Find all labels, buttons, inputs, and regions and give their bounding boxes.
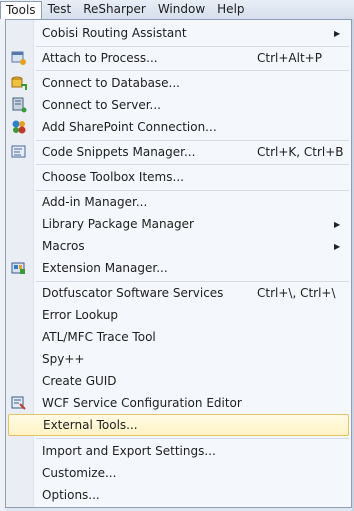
menu-item-label: WCF Service Configuration Editor: [42, 396, 242, 410]
menu-separator: [36, 164, 349, 165]
menu-item-label: Attach to Process...: [42, 51, 158, 65]
menu-item-label: Choose Toolbox Items...: [42, 170, 184, 184]
menu-item-shortcut: Ctrl+K, Ctrl+B: [257, 145, 344, 159]
database-connect-icon: [11, 75, 27, 91]
menu-item-label: Connect to Database...: [42, 76, 180, 90]
menu-item-macros[interactable]: Macros ▶: [8, 235, 349, 257]
menu-item-label: Create GUID: [42, 374, 117, 388]
menu-help[interactable]: Help: [211, 1, 250, 18]
menu-item-wcf-service-configuration-editor[interactable]: WCF Service Configuration Editor: [8, 392, 349, 414]
menu-item-customize[interactable]: Customize...: [8, 462, 349, 484]
sharepoint-icon: [11, 119, 27, 135]
menu-item-atl-mfc-trace-tool[interactable]: ATL/MFC Trace Tool: [8, 326, 349, 348]
attach-process-icon: [11, 50, 27, 66]
extension-manager-icon: [11, 260, 27, 276]
menu-item-label: Dotfuscator Software Services: [42, 286, 224, 300]
menu-item-label: Macros: [42, 239, 85, 253]
menu-tools[interactable]: Tools: [0, 0, 42, 20]
menu-item-code-snippets-manager[interactable]: Code Snippets Manager... Ctrl+K, Ctrl+B: [8, 141, 349, 163]
menu-item-label: Customize...: [42, 466, 117, 480]
menu-separator: [36, 438, 349, 439]
menu-item-choose-toolbox-items[interactable]: Choose Toolbox Items...: [8, 166, 349, 188]
submenu-arrow-icon: ▶: [334, 241, 341, 251]
menu-item-label: Import and Export Settings...: [42, 444, 216, 458]
menu-item-label: Options...: [42, 488, 100, 502]
menu-item-create-guid[interactable]: Create GUID: [8, 370, 349, 392]
menu-separator: [36, 70, 349, 71]
menu-item-label: Connect to Server...: [42, 98, 161, 112]
menu-item-add-in-manager[interactable]: Add-in Manager...: [8, 191, 349, 213]
menubar: Tools Test ReSharper Window Help: [0, 0, 354, 20]
menu-item-spy-plus-plus[interactable]: Spy++: [8, 348, 349, 370]
menu-item-label: Error Lookup: [42, 308, 119, 322]
menu-item-options[interactable]: Options...: [8, 484, 349, 506]
submenu-arrow-icon: ▶: [334, 28, 341, 38]
menu-item-error-lookup[interactable]: Error Lookup: [8, 304, 349, 326]
menu-item-connect-to-server[interactable]: Connect to Server...: [8, 94, 349, 116]
menu-resharper[interactable]: ReSharper: [77, 1, 152, 18]
server-connect-icon: [11, 97, 27, 113]
menu-test[interactable]: Test: [42, 1, 78, 18]
menu-item-add-sharepoint-connection[interactable]: Add SharePoint Connection...: [8, 116, 349, 138]
menu-item-label: Code Snippets Manager...: [42, 145, 196, 159]
menu-item-label: Spy++: [42, 352, 85, 366]
menu-item-label: Add SharePoint Connection...: [42, 120, 217, 134]
menu-item-shortcut: Ctrl+Alt+P: [257, 51, 322, 65]
submenu-arrow-icon: ▶: [334, 219, 341, 229]
menu-item-label: ATL/MFC Trace Tool: [42, 330, 156, 344]
menu-item-library-package-manager[interactable]: Library Package Manager ▶: [8, 213, 349, 235]
wcf-editor-icon: [11, 395, 27, 411]
tools-dropdown-menu: Cobisi Routing Assistant ▶ Attach to Pro…: [5, 19, 352, 508]
menu-item-label: Extension Manager...: [42, 261, 168, 275]
menu-item-cobisi-routing-assistant[interactable]: Cobisi Routing Assistant ▶: [8, 22, 349, 44]
menu-item-extension-manager[interactable]: Extension Manager...: [8, 257, 349, 279]
menu-item-label: Cobisi Routing Assistant: [42, 26, 187, 40]
menu-item-label: External Tools...: [43, 418, 138, 432]
menu-item-attach-to-process[interactable]: Attach to Process... Ctrl+Alt+P: [8, 47, 349, 69]
snippets-icon: [11, 144, 27, 160]
menu-item-external-tools[interactable]: External Tools...: [8, 414, 349, 436]
menu-item-connect-to-database[interactable]: Connect to Database...: [8, 72, 349, 94]
menu-item-import-export-settings[interactable]: Import and Export Settings...: [8, 440, 349, 462]
menu-item-shortcut: Ctrl+\, Ctrl+\: [257, 286, 336, 300]
menu-item-dotfuscator[interactable]: Dotfuscator Software Services Ctrl+\, Ct…: [8, 282, 349, 304]
menu-window[interactable]: Window: [152, 1, 211, 18]
menu-item-label: Add-in Manager...: [42, 195, 148, 209]
menu-item-label: Library Package Manager: [42, 217, 194, 231]
